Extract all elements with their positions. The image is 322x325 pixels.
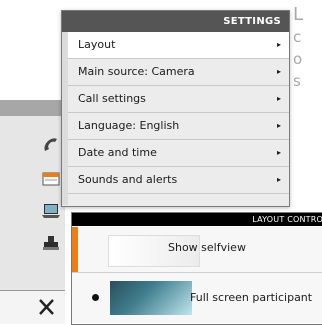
option-show-selfview[interactable]: Show selfview [72, 227, 322, 273]
menu-item-label: Date and time [78, 146, 157, 159]
chevron-right-icon: ▸ [276, 94, 281, 103]
menu-item-layout[interactable]: Layout ▸ [68, 32, 289, 59]
chevron-right-icon: ▸ [276, 175, 281, 184]
option-full-screen-participant[interactable]: Full screen participant [72, 273, 322, 323]
background-letter-o: o [293, 50, 303, 68]
menu-item-label: Sounds and alerts [78, 173, 178, 186]
calendar-icon[interactable] [40, 170, 62, 188]
menu-item-date-time[interactable]: Date and time ▸ [68, 140, 289, 167]
laptop-icon[interactable] [40, 202, 62, 220]
chevron-right-icon: ▸ [276, 148, 281, 157]
settings-header: SETTINGS [62, 11, 289, 32]
option-label: Show selfview [168, 241, 246, 254]
menu-item-label: Call settings [78, 92, 146, 105]
menu-item-sounds-alerts[interactable]: Sounds and alerts ▸ [68, 167, 289, 194]
chevron-right-icon: ▸ [276, 67, 281, 76]
tools-icon [39, 299, 54, 315]
left-active-item[interactable] [0, 290, 65, 324]
stamp-icon[interactable] [40, 234, 62, 252]
left-strip-header [0, 100, 65, 116]
menu-item-call-settings[interactable]: Call settings ▸ [68, 86, 289, 113]
menu-item-label: Language: English [78, 119, 180, 132]
chevron-right-icon: ▸ [276, 121, 281, 130]
layout-control-header: LAYOUT CONTRO [72, 213, 322, 226]
settings-menu: SETTINGS Layout ▸ Main source: Camera ▸ … [61, 10, 290, 207]
radio-bullet-icon [92, 294, 99, 301]
background-letter-l: L [293, 4, 304, 25]
left-icon-strip [0, 100, 65, 324]
participant-thumbnail [110, 281, 192, 315]
menu-item-label: Layout [78, 38, 116, 51]
chevron-right-icon: ▸ [276, 40, 281, 49]
background-letter-c: c [293, 28, 302, 46]
menu-item-main-source[interactable]: Main source: Camera ▸ [68, 59, 289, 86]
layout-control-panel: LAYOUT CONTRO Show selfview Full screen … [71, 212, 322, 325]
selected-indicator [72, 227, 78, 272]
option-label: Full screen participant [190, 291, 313, 304]
background-letter-s: s [293, 72, 301, 90]
phone-icon[interactable] [40, 136, 62, 154]
menu-item-label: Main source: Camera [78, 65, 195, 78]
menu-item-language[interactable]: Language: English ▸ [68, 113, 289, 140]
background-text: L c o s [293, 4, 322, 92]
